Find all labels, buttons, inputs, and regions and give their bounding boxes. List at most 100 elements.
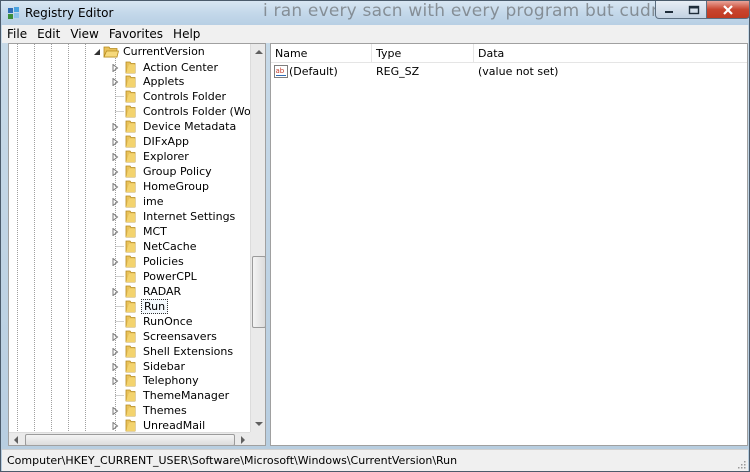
list-item[interactable]: ab (Default) REG_SZ (value not set) [271,63,747,80]
expand-triangle-icon[interactable] [111,168,119,177]
tree-item-label: Controls Folder (Wow64) [143,105,266,119]
tree-item-label: Policies [143,254,184,268]
tree-horizontal-scroll-thumb[interactable] [25,434,235,445]
tree-item-label: CurrentVersion [123,45,205,58]
tree-item-label: Screensavers [143,329,217,343]
expand-triangle-icon[interactable] [111,362,119,371]
close-icon [723,4,733,15]
folder-icon [125,240,136,253]
minimize-icon [664,10,673,13]
folder-icon [125,375,136,387]
tree-guide-lines [17,44,116,432]
tree-item-label: Run [141,298,169,314]
scroll-left-arrow-icon[interactable] [9,433,23,446]
tree-horizontal-scrollbar[interactable] [9,432,250,446]
folder-icon [125,195,136,208]
value-name: (Default) [289,65,338,78]
tree-item-label: Internet Settings [143,210,236,223]
tree-item-label: Device Metadata [143,120,237,134]
tree-item-label: Sidebar [143,359,186,373]
folder-icon [125,180,136,193]
folder-icon [125,61,136,73]
tree-item-label: Shell Extensions [143,344,234,358]
expand-triangle-icon[interactable] [111,227,119,236]
tree-item-label: NetCache [143,239,197,253]
registry-key-tree[interactable]: CurrentVersion Action Center Applets Contr… [8,43,266,446]
menu-edit[interactable]: Edit [32,25,65,43]
expand-triangle-icon[interactable] [111,138,119,147]
expand-triangle-icon[interactable] [111,257,119,266]
folder-icon [125,165,136,178]
folder-icon [125,270,136,283]
column-header-data[interactable]: Data [474,44,747,63]
status-key-path: Computer\HKEY_CURRENT_USER\Software\Micr… [7,454,458,467]
maximize-button[interactable] [681,1,707,19]
tree-item-label: RunOnce [143,314,193,328]
tree-item-label: Action Center [143,60,218,74]
collapse-triangle-icon[interactable] [93,48,101,56]
folder-icon [125,360,136,372]
registry-editor-icon [8,7,19,19]
registry-values-list[interactable]: Name Type Data ab (Default) REG_SZ (valu… [270,43,748,446]
tree-item-label: PowerCPL [143,269,197,283]
folder-icon [125,150,136,163]
folder-icon [125,345,136,357]
expand-triangle-icon[interactable] [111,407,119,416]
folder-icon [125,315,136,328]
expand-triangle-icon[interactable] [111,153,119,162]
column-header-name[interactable]: Name [271,44,372,63]
expand-triangle-icon[interactable] [111,287,119,296]
window-title: Registry Editor [25,6,114,20]
expand-triangle-icon[interactable] [111,78,119,87]
string-value-icon: ab [274,65,288,78]
tree-item-label: HomeGroup [143,180,209,194]
close-button[interactable] [707,1,750,19]
value-data: (value not set) [478,65,559,78]
folder-icon [125,419,136,432]
tree-item-label: Applets [143,75,185,89]
expand-triangle-icon[interactable] [111,213,119,221]
folder-icon [125,90,136,103]
expand-triangle-icon[interactable] [111,332,119,341]
expand-triangle-icon[interactable] [111,377,119,386]
folder-icon [125,300,136,313]
tree-item-label: Telephony [143,374,199,388]
menu-file[interactable]: File [2,25,32,43]
expand-triangle-icon[interactable] [111,63,119,72]
scrollbar-corner [250,432,265,445]
status-bar: Computer\HKEY_CURRENT_USER\Software\Micr… [2,449,748,471]
expand-triangle-icon[interactable] [111,183,119,192]
folder-icon [125,330,136,342]
resize-grip-icon[interactable] [736,459,746,469]
registry-editor-window: Registry Editor i ran every sacn with ev… [0,0,750,472]
minimize-button[interactable] [655,1,682,19]
folder-icon [125,285,136,298]
tree-item-label: RADAR [143,284,182,298]
column-header-type[interactable]: Type [372,44,474,63]
value-type: REG_SZ [376,65,420,78]
tree-item-label: Themes [143,404,187,418]
tree-vertical-scrollbar[interactable] [250,44,266,432]
maximize-icon [688,5,699,14]
menu-help[interactable]: Help [168,25,205,43]
tree-vertical-scroll-thumb[interactable] [252,256,265,328]
tree-item-label: ime [143,195,164,209]
expand-triangle-icon[interactable] [111,422,119,431]
expand-triangle-icon[interactable] [111,123,119,132]
folder-open-icon [103,46,119,58]
menu-bar: File Edit View Favorites Help [2,25,748,43]
tree-item-label: Group Policy [143,165,212,179]
title-bar[interactable]: Registry Editor i ran every sacn with ev… [1,1,750,25]
background-window-text: i ran every sacn with every program but … [263,1,669,21]
svg-text:ab: ab [276,67,285,75]
list-header: Name Type Data [271,44,747,63]
scroll-up-arrow-icon[interactable] [251,44,266,60]
expand-triangle-icon[interactable] [111,198,119,207]
tree-item-label: ThemeManager [143,389,230,403]
menu-view[interactable]: View [65,25,103,43]
scroll-down-arrow-icon[interactable] [251,416,266,432]
scroll-right-arrow-icon[interactable] [236,433,250,446]
menu-favorites[interactable]: Favorites [104,25,168,43]
expand-triangle-icon[interactable] [111,347,119,356]
tree-item-label: DIFxApp [143,135,190,149]
